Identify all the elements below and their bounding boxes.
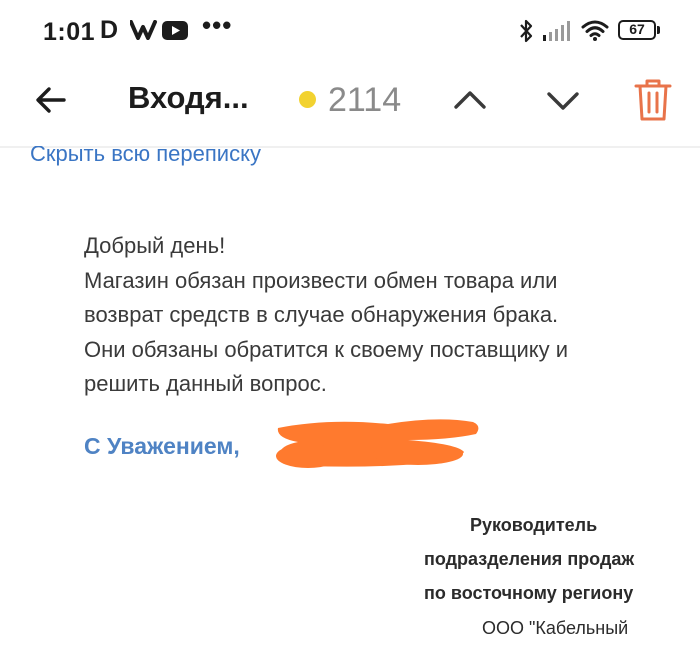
folder-title: Входя... [128, 80, 249, 115]
status-bar: 1:01 D ••• 67 [0, 0, 700, 62]
body-line: решить данный вопрос. [84, 371, 327, 396]
battery-icon: 67 [618, 20, 660, 40]
redaction-scribble [276, 419, 479, 468]
signature-line: по восточному региону [424, 583, 634, 603]
more-notifications-icon: ••• [202, 10, 233, 40]
unread-dot-icon [299, 91, 316, 108]
chevron-down-icon[interactable] [543, 80, 583, 120]
wifi-icon [581, 20, 609, 41]
signature-line: ООО "Кабельный [482, 618, 629, 638]
body-line: Добрый день! [84, 233, 226, 258]
arrow-left-icon[interactable] [33, 82, 69, 118]
signature-line: Руководитель [470, 515, 598, 535]
youtube-icon [162, 21, 188, 40]
mail-toolbar: Входя... 2114 [0, 62, 700, 146]
trash-icon[interactable] [634, 78, 672, 122]
signature-line: подразделения продаж [424, 549, 635, 569]
regards-text: С Уважением, [84, 433, 240, 459]
status-time: 1:01 [43, 18, 96, 46]
unread-count: 2114 [328, 81, 402, 119]
body-line: Они обязаны обратится к своему поставщик… [84, 336, 569, 362]
bluetooth-icon [520, 19, 533, 43]
body-line: Магазин обязан произвести обмен товара и… [84, 267, 558, 293]
body-line: возврат средств в случае обнаружения бра… [84, 302, 559, 327]
message-body: Добрый день! Магазин обязан произвести о… [84, 229, 684, 402]
signal-icon [543, 21, 570, 41]
w-icon [130, 20, 157, 40]
battery-level: 67 [629, 21, 645, 37]
chevron-up-icon[interactable] [450, 80, 490, 120]
d-icon: D [100, 16, 119, 44]
